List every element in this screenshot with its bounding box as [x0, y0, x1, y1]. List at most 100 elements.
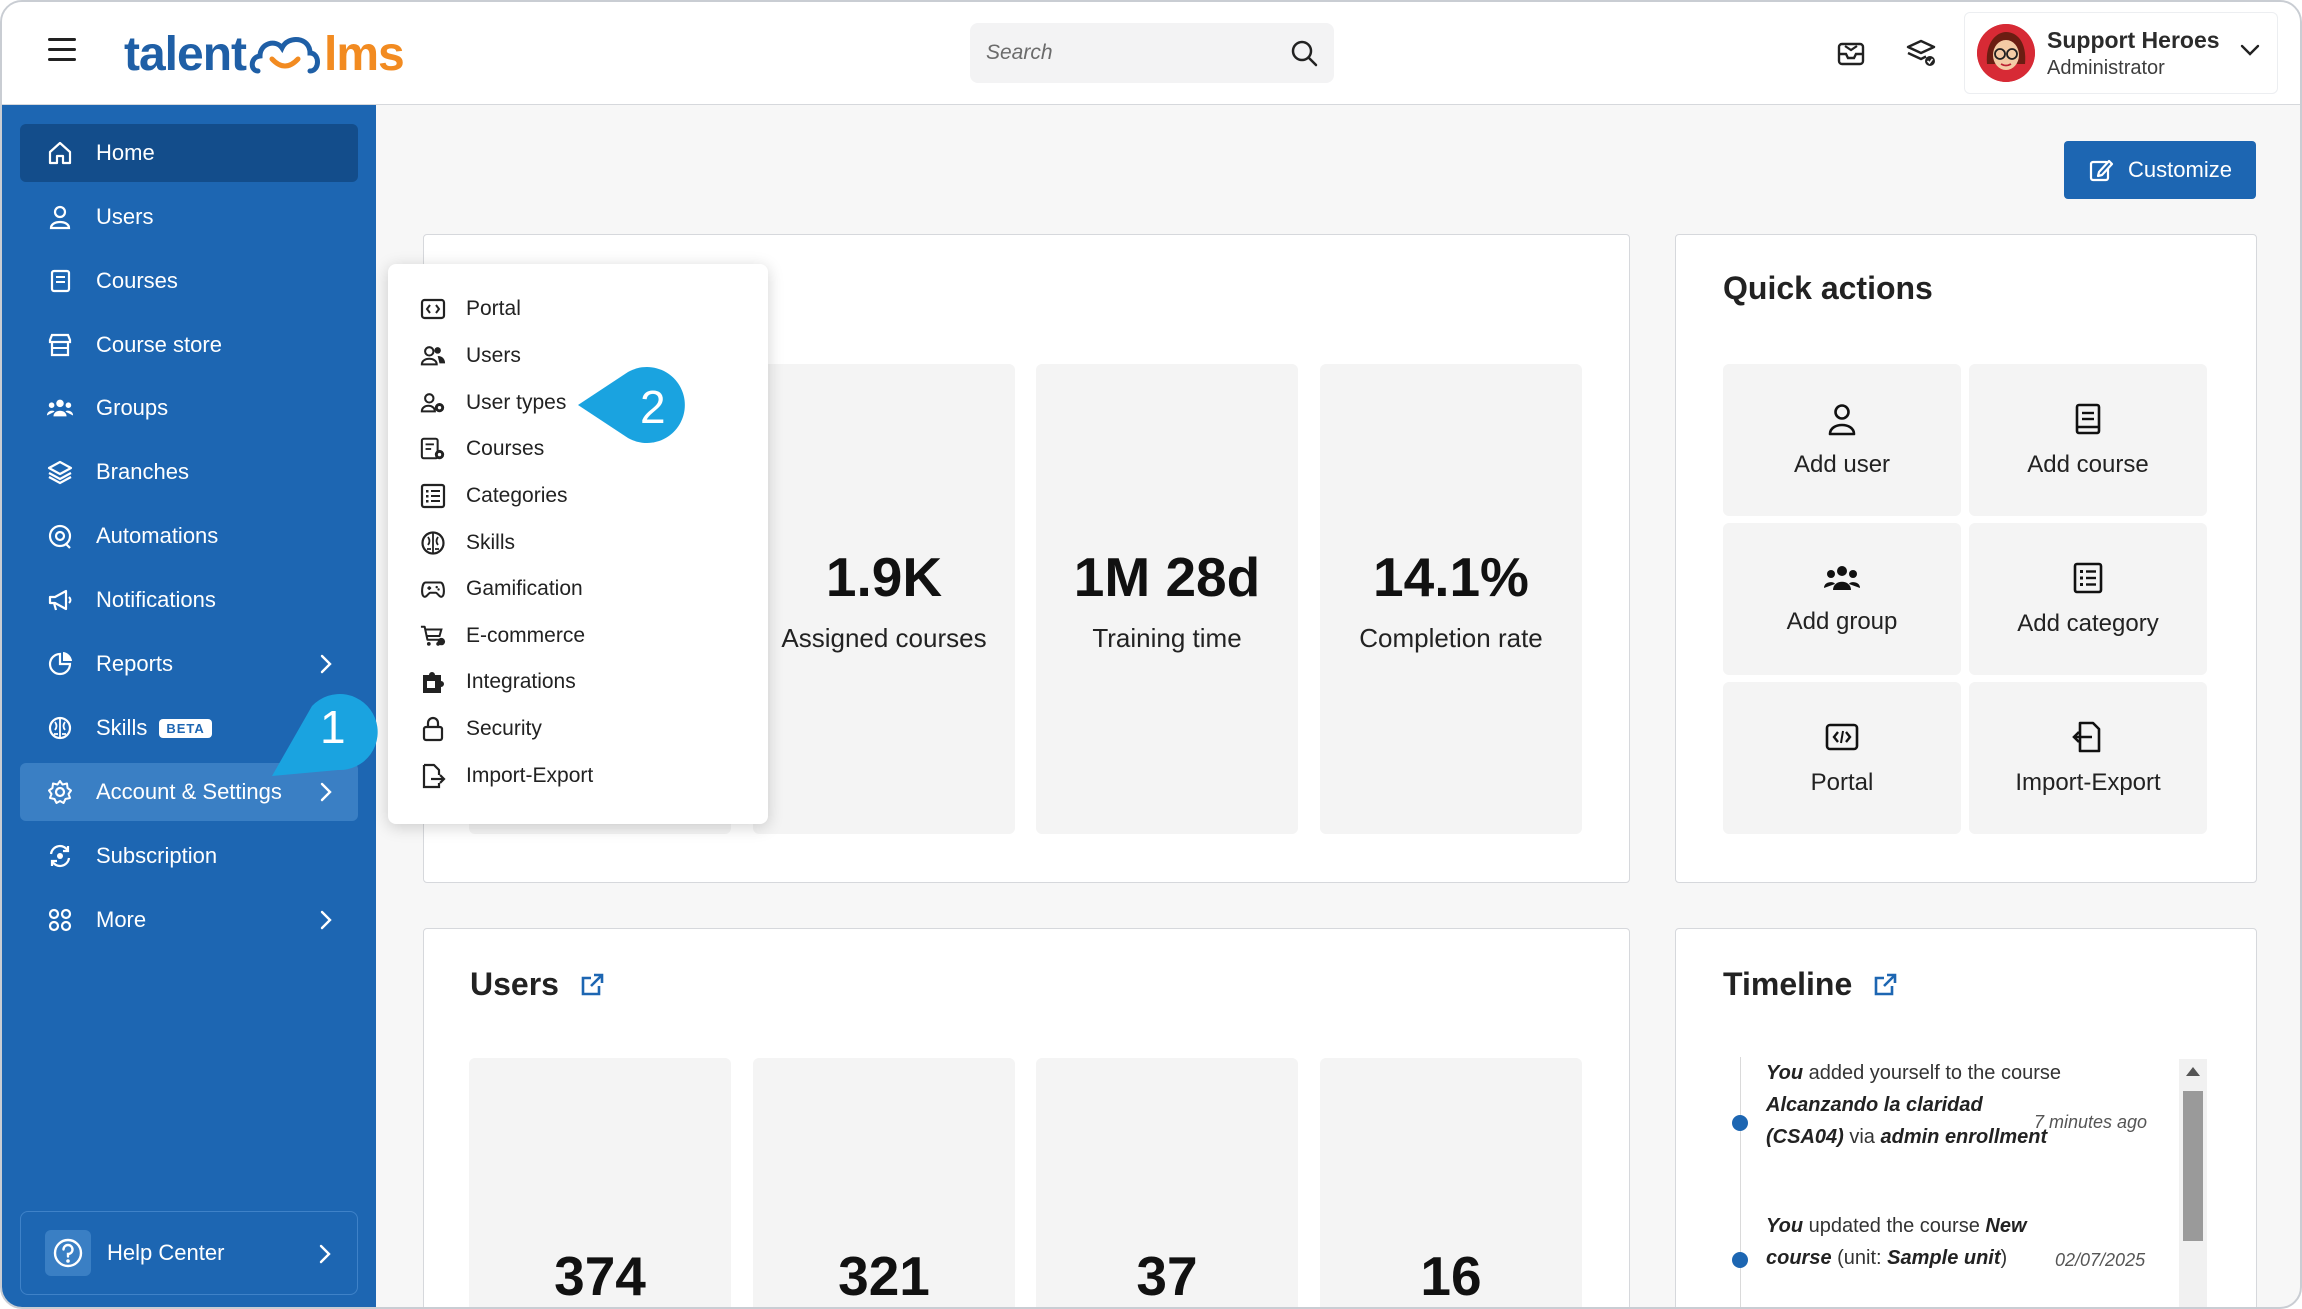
sidebar-item-label: Account & Settings	[96, 779, 282, 804]
grid-icon	[46, 906, 74, 934]
user-icon	[46, 203, 74, 231]
add-group-action[interactable]: Add group	[1723, 523, 1961, 675]
messages-icon[interactable]	[1834, 36, 1868, 70]
sidebar-item-more[interactable]: More	[20, 891, 358, 949]
users-stat[interactable]: 321	[753, 1058, 1015, 1307]
sidebar-item-groups[interactable]: Groups	[20, 379, 358, 437]
sidebar-item-automations[interactable]: Automations	[20, 507, 358, 565]
chevron-right-icon	[320, 782, 332, 802]
submenu-item-courses[interactable]: Courses	[420, 429, 544, 469]
add-group-icon	[1824, 566, 1860, 590]
search-input[interactable]	[986, 41, 1290, 65]
timeline-actor: You	[1766, 1062, 1804, 1084]
lock-icon	[420, 716, 446, 742]
search-icon[interactable]	[1290, 39, 1318, 67]
card-title-text: Users	[470, 966, 559, 1002]
users-stat[interactable]: 16	[1320, 1058, 1582, 1307]
timeline-entry: You added yourself to the course Alcanza…	[1766, 1057, 2066, 1153]
branches-switch-icon[interactable]	[1904, 36, 1938, 70]
submenu-item-users[interactable]: Users	[420, 336, 521, 376]
chevron-down-icon[interactable]	[2239, 43, 2261, 57]
sidebar-item-branches[interactable]: Branches	[20, 443, 358, 501]
brain-icon	[46, 714, 74, 742]
action-label: Add user	[1793, 451, 1891, 478]
submenu-label: Import-Export	[466, 764, 594, 787]
customize-button[interactable]: Customize	[2064, 141, 2256, 199]
submenu-item-integrations[interactable]: Integrations	[420, 662, 576, 702]
import-export-action[interactable]: Import-Export	[1969, 682, 2207, 834]
add-user-icon	[1828, 404, 1856, 436]
stat-training-time[interactable]: 1M 28d Training time	[1036, 364, 1298, 834]
users-stat[interactable]: 374	[469, 1058, 731, 1307]
search-box[interactable]	[970, 23, 1334, 83]
sidebar-item-course-store[interactable]: Course store	[20, 316, 358, 374]
card-title-text: Timeline	[1723, 966, 1853, 1002]
timeline-suffix: (unit:	[1831, 1247, 1888, 1269]
timeline-line	[1740, 1057, 1741, 1307]
sidebar-item-label: Home	[96, 140, 155, 165]
external-link-icon[interactable]	[1872, 972, 1898, 998]
sidebar-item-label: Groups	[96, 395, 169, 420]
app-window: talent lms Search Support Heroes Adminis…	[0, 0, 2302, 1309]
logo-text-lms: lms	[324, 27, 405, 81]
users-card-title[interactable]: Users	[470, 966, 605, 1003]
avatar	[1977, 24, 2035, 82]
submenu-item-portal[interactable]: Portal	[420, 289, 521, 329]
stat-label: Assigned courses	[781, 622, 987, 653]
top-bar: talent lms Search Support Heroes Adminis…	[2, 2, 2300, 105]
sidebar-item-label: Skills	[96, 715, 148, 740]
stat-assigned-courses[interactable]: 1.9K Assigned courses	[753, 364, 1015, 834]
stat-value: 321	[838, 1245, 930, 1307]
submenu-label: Portal	[466, 297, 521, 320]
sidebar-item-reports[interactable]: Reports	[20, 635, 358, 693]
timeline-title[interactable]: Timeline	[1723, 966, 1898, 1003]
help-icon	[45, 1230, 91, 1276]
cart-icon	[420, 623, 446, 649]
add-category-icon	[2073, 562, 2103, 594]
add-course-icon	[2075, 403, 2101, 435]
submenu-label: E-commerce	[466, 624, 586, 647]
talentlms-logo[interactable]: talent lms	[124, 24, 405, 84]
add-user-action[interactable]: Add user	[1723, 364, 1961, 516]
import-export-icon	[2072, 721, 2101, 753]
sidebar-item-label: Branches	[96, 459, 189, 484]
stat-value: 14.1%	[1373, 545, 1529, 608]
sidebar-item-home[interactable]: Home	[20, 124, 358, 182]
portal-icon	[420, 296, 446, 322]
sidebar-item-subscription[interactable]: Subscription	[20, 827, 358, 885]
submenu-item-skills[interactable]: Skills	[420, 523, 515, 563]
submenu-item-import-export[interactable]: Import-Export	[420, 756, 593, 796]
pie-chart-icon	[46, 650, 74, 678]
scroll-thumb[interactable]	[2183, 1091, 2203, 1241]
external-link-icon[interactable]	[579, 972, 605, 998]
timeline-dot	[1732, 1252, 1748, 1268]
submenu-item-categories[interactable]: Categories	[420, 476, 568, 516]
sidebar-item-courses[interactable]: Courses	[20, 252, 358, 310]
timeline-scrollbar[interactable]	[2179, 1059, 2207, 1307]
add-course-action[interactable]: Add course	[1969, 364, 2207, 516]
users-stat[interactable]: 37	[1036, 1058, 1298, 1307]
account-settings-submenu: Portal Users User types Courses Categori…	[388, 264, 768, 824]
submenu-label: Categories	[466, 484, 568, 507]
scroll-up-icon[interactable]	[2186, 1067, 2200, 1076]
submenu-item-gamification[interactable]: Gamification	[420, 569, 583, 609]
sidebar-item-notifications[interactable]: Notifications	[20, 571, 358, 629]
stat-completion-rate[interactable]: 14.1% Completion rate	[1320, 364, 1582, 834]
sidebar-item-label: Notifications	[96, 587, 216, 612]
help-center-button[interactable]: Help Center	[20, 1211, 358, 1295]
sidebar-item-users[interactable]: Users	[20, 188, 358, 246]
submenu-label: Users	[466, 344, 521, 367]
add-category-action[interactable]: Add category	[1969, 523, 2207, 675]
submenu-item-security[interactable]: Security	[420, 709, 542, 749]
user-profile-menu[interactable]: Support Heroes Administrator	[1964, 12, 2278, 94]
course-settings-icon	[420, 436, 446, 462]
home-icon	[46, 139, 74, 167]
submenu-item-ecommerce[interactable]: E-commerce	[420, 616, 585, 656]
menu-toggle-icon[interactable]	[48, 38, 76, 64]
submenu-item-user-types[interactable]: User types	[420, 383, 566, 423]
sidebar-item-label: Course store	[96, 332, 222, 357]
stat-value: 1.9K	[825, 545, 943, 608]
gamepad-icon	[420, 576, 446, 602]
portal-action[interactable]: Portal	[1723, 682, 1961, 834]
users-icon	[420, 343, 446, 369]
